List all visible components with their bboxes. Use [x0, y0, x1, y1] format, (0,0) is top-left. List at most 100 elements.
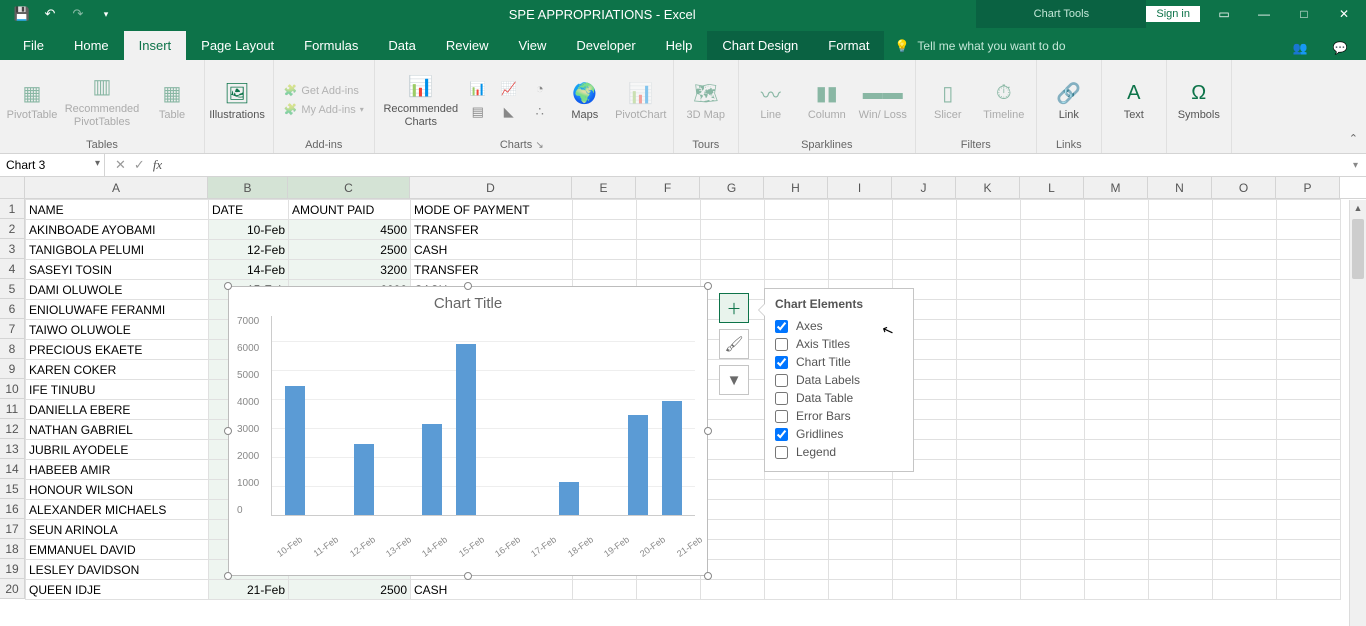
- cell[interactable]: [957, 280, 1021, 300]
- tab-chart-design[interactable]: Chart Design: [707, 31, 813, 60]
- cell[interactable]: [1085, 280, 1149, 300]
- cell[interactable]: [893, 560, 957, 580]
- cell[interactable]: [1085, 340, 1149, 360]
- symbols-button[interactable]: ΩSymbols: [1173, 77, 1225, 122]
- cell[interactable]: [1021, 520, 1085, 540]
- cell[interactable]: [1213, 300, 1277, 320]
- cell[interactable]: [957, 380, 1021, 400]
- col-header-o[interactable]: O: [1212, 177, 1276, 198]
- cell[interactable]: [701, 400, 765, 420]
- cell[interactable]: [1213, 220, 1277, 240]
- col-header-g[interactable]: G: [700, 177, 764, 198]
- cell[interactable]: [1277, 420, 1341, 440]
- chart-bar[interactable]: [422, 424, 442, 515]
- cell[interactable]: [1277, 400, 1341, 420]
- row-header[interactable]: 9: [0, 359, 25, 379]
- cell[interactable]: [957, 220, 1021, 240]
- cell[interactable]: [637, 240, 701, 260]
- cell[interactable]: SEUN ARINOLA: [26, 520, 209, 540]
- cell[interactable]: [701, 500, 765, 520]
- cell[interactable]: [1149, 540, 1213, 560]
- cell[interactable]: [893, 260, 957, 280]
- cell[interactable]: [1149, 480, 1213, 500]
- cell[interactable]: [1213, 540, 1277, 560]
- resize-handle[interactable]: [704, 282, 712, 290]
- cell[interactable]: [1149, 560, 1213, 580]
- cell[interactable]: [1277, 380, 1341, 400]
- chart-bar[interactable]: [456, 344, 476, 515]
- cell[interactable]: [893, 200, 957, 220]
- chart-element-option[interactable]: Gridlines: [775, 425, 903, 443]
- cell[interactable]: [573, 580, 637, 600]
- cell[interactable]: [1149, 520, 1213, 540]
- cell[interactable]: [1085, 460, 1149, 480]
- cell[interactable]: [1085, 580, 1149, 600]
- pie-chart-icon[interactable]: ◔: [527, 79, 553, 99]
- cell[interactable]: IFE TINUBU: [26, 380, 209, 400]
- cell[interactable]: [1149, 340, 1213, 360]
- cell[interactable]: [701, 240, 765, 260]
- resize-handle[interactable]: [464, 282, 472, 290]
- chart-bar[interactable]: [662, 401, 682, 515]
- cell[interactable]: [1277, 560, 1341, 580]
- cell[interactable]: [1021, 240, 1085, 260]
- cell[interactable]: [1277, 220, 1341, 240]
- col-header-k[interactable]: K: [956, 177, 1020, 198]
- cell[interactable]: [1277, 440, 1341, 460]
- cell[interactable]: [701, 220, 765, 240]
- charts-dialog-launcher-icon[interactable]: ↘: [535, 140, 547, 151]
- cell[interactable]: [1149, 360, 1213, 380]
- cell[interactable]: CASH: [411, 580, 573, 600]
- cell[interactable]: [701, 260, 765, 280]
- cell[interactable]: NAME: [26, 200, 209, 220]
- cancel-formula-icon[interactable]: ✕: [115, 157, 126, 173]
- chart-bar[interactable]: [354, 444, 374, 515]
- sparkline-winloss-button[interactable]: ▬▬Win/ Loss: [857, 77, 909, 122]
- cell[interactable]: [1085, 320, 1149, 340]
- cell[interactable]: 10-Feb: [209, 220, 289, 240]
- cell[interactable]: SASEYI TOSIN: [26, 260, 209, 280]
- cell[interactable]: [957, 520, 1021, 540]
- cell[interactable]: [701, 520, 765, 540]
- worksheet-grid[interactable]: A B C D E F G H I J K L M N O P 12345678…: [0, 177, 1366, 626]
- column-chart-icon[interactable]: 📊: [465, 79, 491, 99]
- cell[interactable]: [701, 200, 765, 220]
- cell[interactable]: [1213, 560, 1277, 580]
- cell[interactable]: [637, 260, 701, 280]
- cell[interactable]: HABEEB AMIR: [26, 460, 209, 480]
- resize-handle[interactable]: [464, 572, 472, 580]
- chart-styles-button[interactable]: 🖌: [719, 329, 749, 359]
- recommended-pivot-button[interactable]: ▥Recommended PivotTables: [62, 71, 142, 129]
- cell[interactable]: KAREN COKER: [26, 360, 209, 380]
- vertical-scrollbar[interactable]: ▲: [1349, 200, 1366, 626]
- cell[interactable]: [765, 540, 829, 560]
- cell[interactable]: [1085, 260, 1149, 280]
- cell[interactable]: [957, 560, 1021, 580]
- tab-view[interactable]: View: [503, 31, 561, 60]
- col-header-p[interactable]: P: [1276, 177, 1340, 198]
- qat-customize-icon[interactable]: ▾: [94, 4, 118, 24]
- cell[interactable]: [765, 220, 829, 240]
- cell[interactable]: [1277, 460, 1341, 480]
- get-addins-button[interactable]: 🧩Get Add-ins: [280, 82, 368, 99]
- resize-handle[interactable]: [224, 572, 232, 580]
- row-header[interactable]: 5: [0, 279, 25, 299]
- cell[interactable]: [1213, 320, 1277, 340]
- chart-title[interactable]: Chart Title: [229, 287, 707, 316]
- row-header[interactable]: 14: [0, 459, 25, 479]
- cell[interactable]: [573, 200, 637, 220]
- cell[interactable]: [829, 240, 893, 260]
- cell[interactable]: [829, 200, 893, 220]
- cell[interactable]: [893, 500, 957, 520]
- cell[interactable]: [1021, 360, 1085, 380]
- cell[interactable]: [1213, 580, 1277, 600]
- cell[interactable]: [1277, 340, 1341, 360]
- maximize-icon[interactable]: □: [1288, 2, 1320, 26]
- row-header[interactable]: 12: [0, 419, 25, 439]
- cell[interactable]: [1021, 300, 1085, 320]
- row-header[interactable]: 7: [0, 319, 25, 339]
- cell[interactable]: [1085, 220, 1149, 240]
- cell[interactable]: [1277, 320, 1341, 340]
- cell[interactable]: [957, 360, 1021, 380]
- checkbox[interactable]: [775, 392, 788, 405]
